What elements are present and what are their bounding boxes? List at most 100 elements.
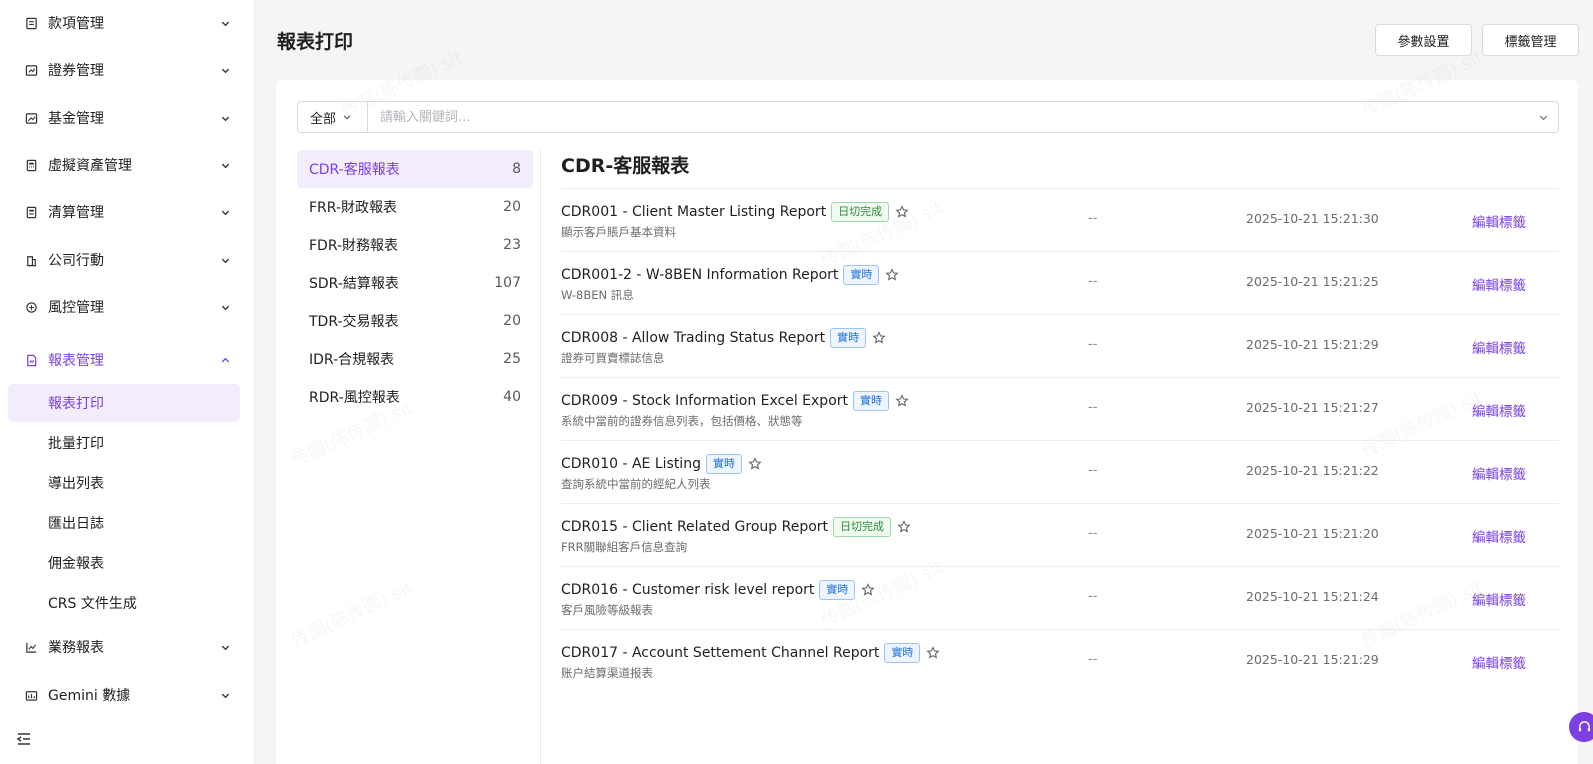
category-item[interactable]: FDR-財務報表 23 bbox=[297, 226, 533, 264]
category-count: 40 bbox=[503, 389, 521, 405]
edit-tags-link[interactable]: 編輯標籤 bbox=[1472, 463, 1526, 483]
report-timestamp: 2025-10-21 15:21:20 bbox=[1246, 526, 1379, 541]
sidebar-item-payments[interactable]: 款項管理 bbox=[8, 3, 240, 43]
category-item[interactable]: IDR-合規報表 25 bbox=[297, 340, 533, 378]
edit-tags-link[interactable]: 編輯標籤 bbox=[1472, 211, 1526, 231]
category-item[interactable]: SDR-結算報表 107 bbox=[297, 264, 533, 302]
sidebar-item-risk[interactable]: 風控管理 bbox=[8, 287, 240, 327]
report-icon bbox=[24, 353, 38, 367]
sidebar-subitem-export-list[interactable]: 導出列表 bbox=[8, 464, 240, 502]
watermark: 传圆(陈传圆) sit bbox=[287, 573, 417, 652]
sidebar-item-virtual-assets[interactable]: 虛擬資產管理 bbox=[8, 145, 240, 185]
report-name[interactable]: CDR015 - Client Related Group Report bbox=[561, 519, 828, 535]
category-label: TDR-交易報表 bbox=[309, 314, 399, 330]
category-label: IDR-合規報表 bbox=[309, 352, 395, 368]
edit-tags-link[interactable]: 編輯標籤 bbox=[1472, 274, 1526, 294]
report-description: 查詢系統中當前的經紀人列表 bbox=[561, 477, 711, 491]
star-icon[interactable] bbox=[872, 331, 886, 345]
report-list: CDR001 - Client Master Listing Report 日切完… bbox=[561, 188, 1559, 692]
risk-icon bbox=[24, 300, 38, 314]
status-tag: 實時 bbox=[705, 454, 742, 474]
sidebar-item-corporate-actions[interactable]: 公司行動 bbox=[8, 240, 240, 280]
virtual-asset-icon bbox=[24, 158, 38, 172]
report-name[interactable]: CDR010 - AE Listing bbox=[561, 456, 701, 472]
search-input[interactable] bbox=[368, 102, 1528, 132]
sidebar-subitem-commission-report[interactable]: 佣金報表 bbox=[8, 544, 240, 582]
params-settings-button[interactable]: 參數設置 bbox=[1375, 24, 1472, 56]
report-name[interactable]: CDR008 - Allow Trading Status Report bbox=[561, 330, 825, 346]
report-name[interactable]: CDR001 - Client Master Listing Report bbox=[561, 204, 826, 220]
star-icon[interactable] bbox=[895, 394, 909, 408]
sidebar-item-label: 證券管理 bbox=[48, 63, 104, 79]
report-description: W-8BEN 訊息 bbox=[561, 288, 634, 302]
report-extra: -- bbox=[1088, 211, 1098, 226]
report-card: 传圆(陈传圆) sit 传圆(陈传圆) sit 传圆(陈传圆) sit 传圆(陈… bbox=[276, 80, 1578, 764]
star-icon[interactable] bbox=[748, 457, 762, 471]
report-name[interactable]: CDR016 - Customer risk level report bbox=[561, 582, 814, 598]
category-label: FRR-財政報表 bbox=[309, 200, 397, 216]
sidebar-item-label: 報表管理 bbox=[48, 353, 104, 369]
category-count: 8 bbox=[512, 161, 521, 177]
report-row: CDR016 - Customer risk level report 實時 客戶… bbox=[561, 566, 1559, 629]
sidebar-subitem-crs-docs[interactable]: CRS 文件生成 bbox=[8, 584, 240, 622]
star-icon[interactable] bbox=[926, 646, 941, 660]
scope-select[interactable]: 全部 bbox=[298, 102, 368, 132]
edit-tags-link[interactable]: 編輯標籤 bbox=[1472, 652, 1526, 672]
edit-tags-link[interactable]: 編輯標籤 bbox=[1472, 337, 1526, 357]
chevron-up-icon bbox=[218, 353, 232, 367]
report-row: CDR015 - Client Related Group Report 日切完成… bbox=[561, 503, 1559, 566]
tag-management-button[interactable]: 標籤管理 bbox=[1482, 24, 1579, 56]
star-icon[interactable] bbox=[897, 520, 911, 534]
star-icon[interactable] bbox=[885, 268, 900, 282]
report-row: CDR001-2 - W-8BEN Information Report 實時 W… bbox=[561, 251, 1559, 314]
category-item[interactable]: TDR-交易報表 20 bbox=[297, 302, 533, 340]
sidebar-item-label: 清算管理 bbox=[48, 205, 104, 221]
line-chart-icon bbox=[24, 640, 38, 654]
star-icon[interactable] bbox=[895, 205, 909, 219]
report-timestamp: 2025-10-21 15:21:27 bbox=[1246, 400, 1379, 415]
status-tag: 實時 bbox=[830, 328, 867, 348]
status-tag: 實時 bbox=[853, 391, 890, 411]
chevron-down-icon[interactable] bbox=[1528, 112, 1558, 123]
report-description: 客戶風險等級報表 bbox=[561, 603, 653, 617]
sidebar-subitem-batch-print[interactable]: 批量打印 bbox=[8, 424, 240, 462]
report-description: 系統中當前的證券信息列表，包括價格、狀態等 bbox=[561, 414, 803, 428]
category-count: 20 bbox=[503, 199, 521, 215]
category-count: 25 bbox=[503, 351, 521, 367]
sidebar-item-reports[interactable]: 報表管理 bbox=[8, 340, 240, 380]
report-timestamp: 2025-10-21 15:21:22 bbox=[1246, 463, 1379, 478]
ledger-icon bbox=[24, 16, 38, 30]
status-tag: 實時 bbox=[884, 643, 921, 663]
sidebar-subitem-export-log[interactable]: 匯出日誌 bbox=[8, 504, 240, 542]
category-item[interactable]: FRR-財政報表 20 bbox=[297, 188, 533, 226]
sidebar-item-business-reports[interactable]: 業務報表 bbox=[8, 627, 240, 667]
sidebar-item-securities[interactable]: 證券管理 bbox=[8, 50, 240, 90]
section-title: CDR-客服報表 bbox=[561, 155, 690, 177]
category-list: CDR-客服報表 8 FRR-財政報表 20 FDR-財務報表 23 SDR-結算報表… bbox=[297, 150, 533, 416]
bar-data-icon bbox=[24, 688, 38, 702]
page-title: 報表打印 bbox=[277, 31, 354, 53]
collapse-sidebar-icon[interactable] bbox=[16, 731, 32, 747]
sidebar-item-gemini-data[interactable]: Gemini 數據 bbox=[8, 675, 240, 715]
category-item[interactable]: CDR-客服報表 8 bbox=[297, 150, 533, 188]
report-description: 證券可買賣標誌信息 bbox=[561, 351, 665, 365]
report-description: FRR關聯組客戶信息查詢 bbox=[561, 540, 688, 554]
edit-tags-link[interactable]: 編輯標籤 bbox=[1472, 526, 1526, 546]
support-chat-icon[interactable] bbox=[1569, 712, 1593, 742]
chevron-down-icon bbox=[218, 63, 232, 77]
report-name[interactable]: CDR009 - Stock Information Excel Export bbox=[561, 393, 848, 409]
report-name[interactable]: CDR017 - Account Settement Channel Repor… bbox=[561, 645, 879, 661]
report-name[interactable]: CDR001-2 - W-8BEN Information Report bbox=[561, 267, 838, 283]
scope-select-value: 全部 bbox=[310, 111, 337, 127]
sidebar-subitem-report-print[interactable]: 報表打印 bbox=[8, 384, 240, 422]
sidebar-item-clearing[interactable]: 清算管理 bbox=[8, 192, 240, 232]
category-item[interactable]: RDR-風控報表 40 bbox=[297, 378, 533, 416]
sidebar-item-funds[interactable]: 基金管理 bbox=[8, 98, 240, 138]
sidebar-item-label: 業務報表 bbox=[48, 640, 104, 656]
edit-tags-link[interactable]: 編輯標籤 bbox=[1472, 589, 1526, 609]
status-tag: 實時 bbox=[843, 265, 880, 285]
star-icon[interactable] bbox=[861, 583, 876, 597]
chevron-down-icon bbox=[218, 640, 232, 654]
edit-tags-link[interactable]: 編輯標籤 bbox=[1472, 400, 1526, 420]
report-extra: -- bbox=[1088, 274, 1098, 289]
